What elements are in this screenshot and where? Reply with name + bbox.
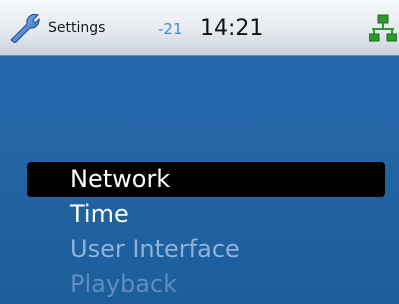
menu-item-network[interactable]: Network [27,162,385,197]
app-title: Settings [48,20,106,36]
menu-item-user-interface[interactable]: User Interface [0,232,399,267]
menu-item-playback[interactable]: Playback [0,267,399,302]
wrench-icon [10,13,40,43]
network-icon [369,14,397,42]
clock: 14:21 [200,16,264,41]
signal-readout: -21 [158,20,183,38]
status-bar: Settings -21 14:21 [0,0,399,56]
settings-menu: Network Time User Interface Playback [0,162,399,302]
menu-item-time[interactable]: Time [0,197,399,232]
settings-screen: Settings -21 14:21 Network Time User Int… [0,0,399,304]
